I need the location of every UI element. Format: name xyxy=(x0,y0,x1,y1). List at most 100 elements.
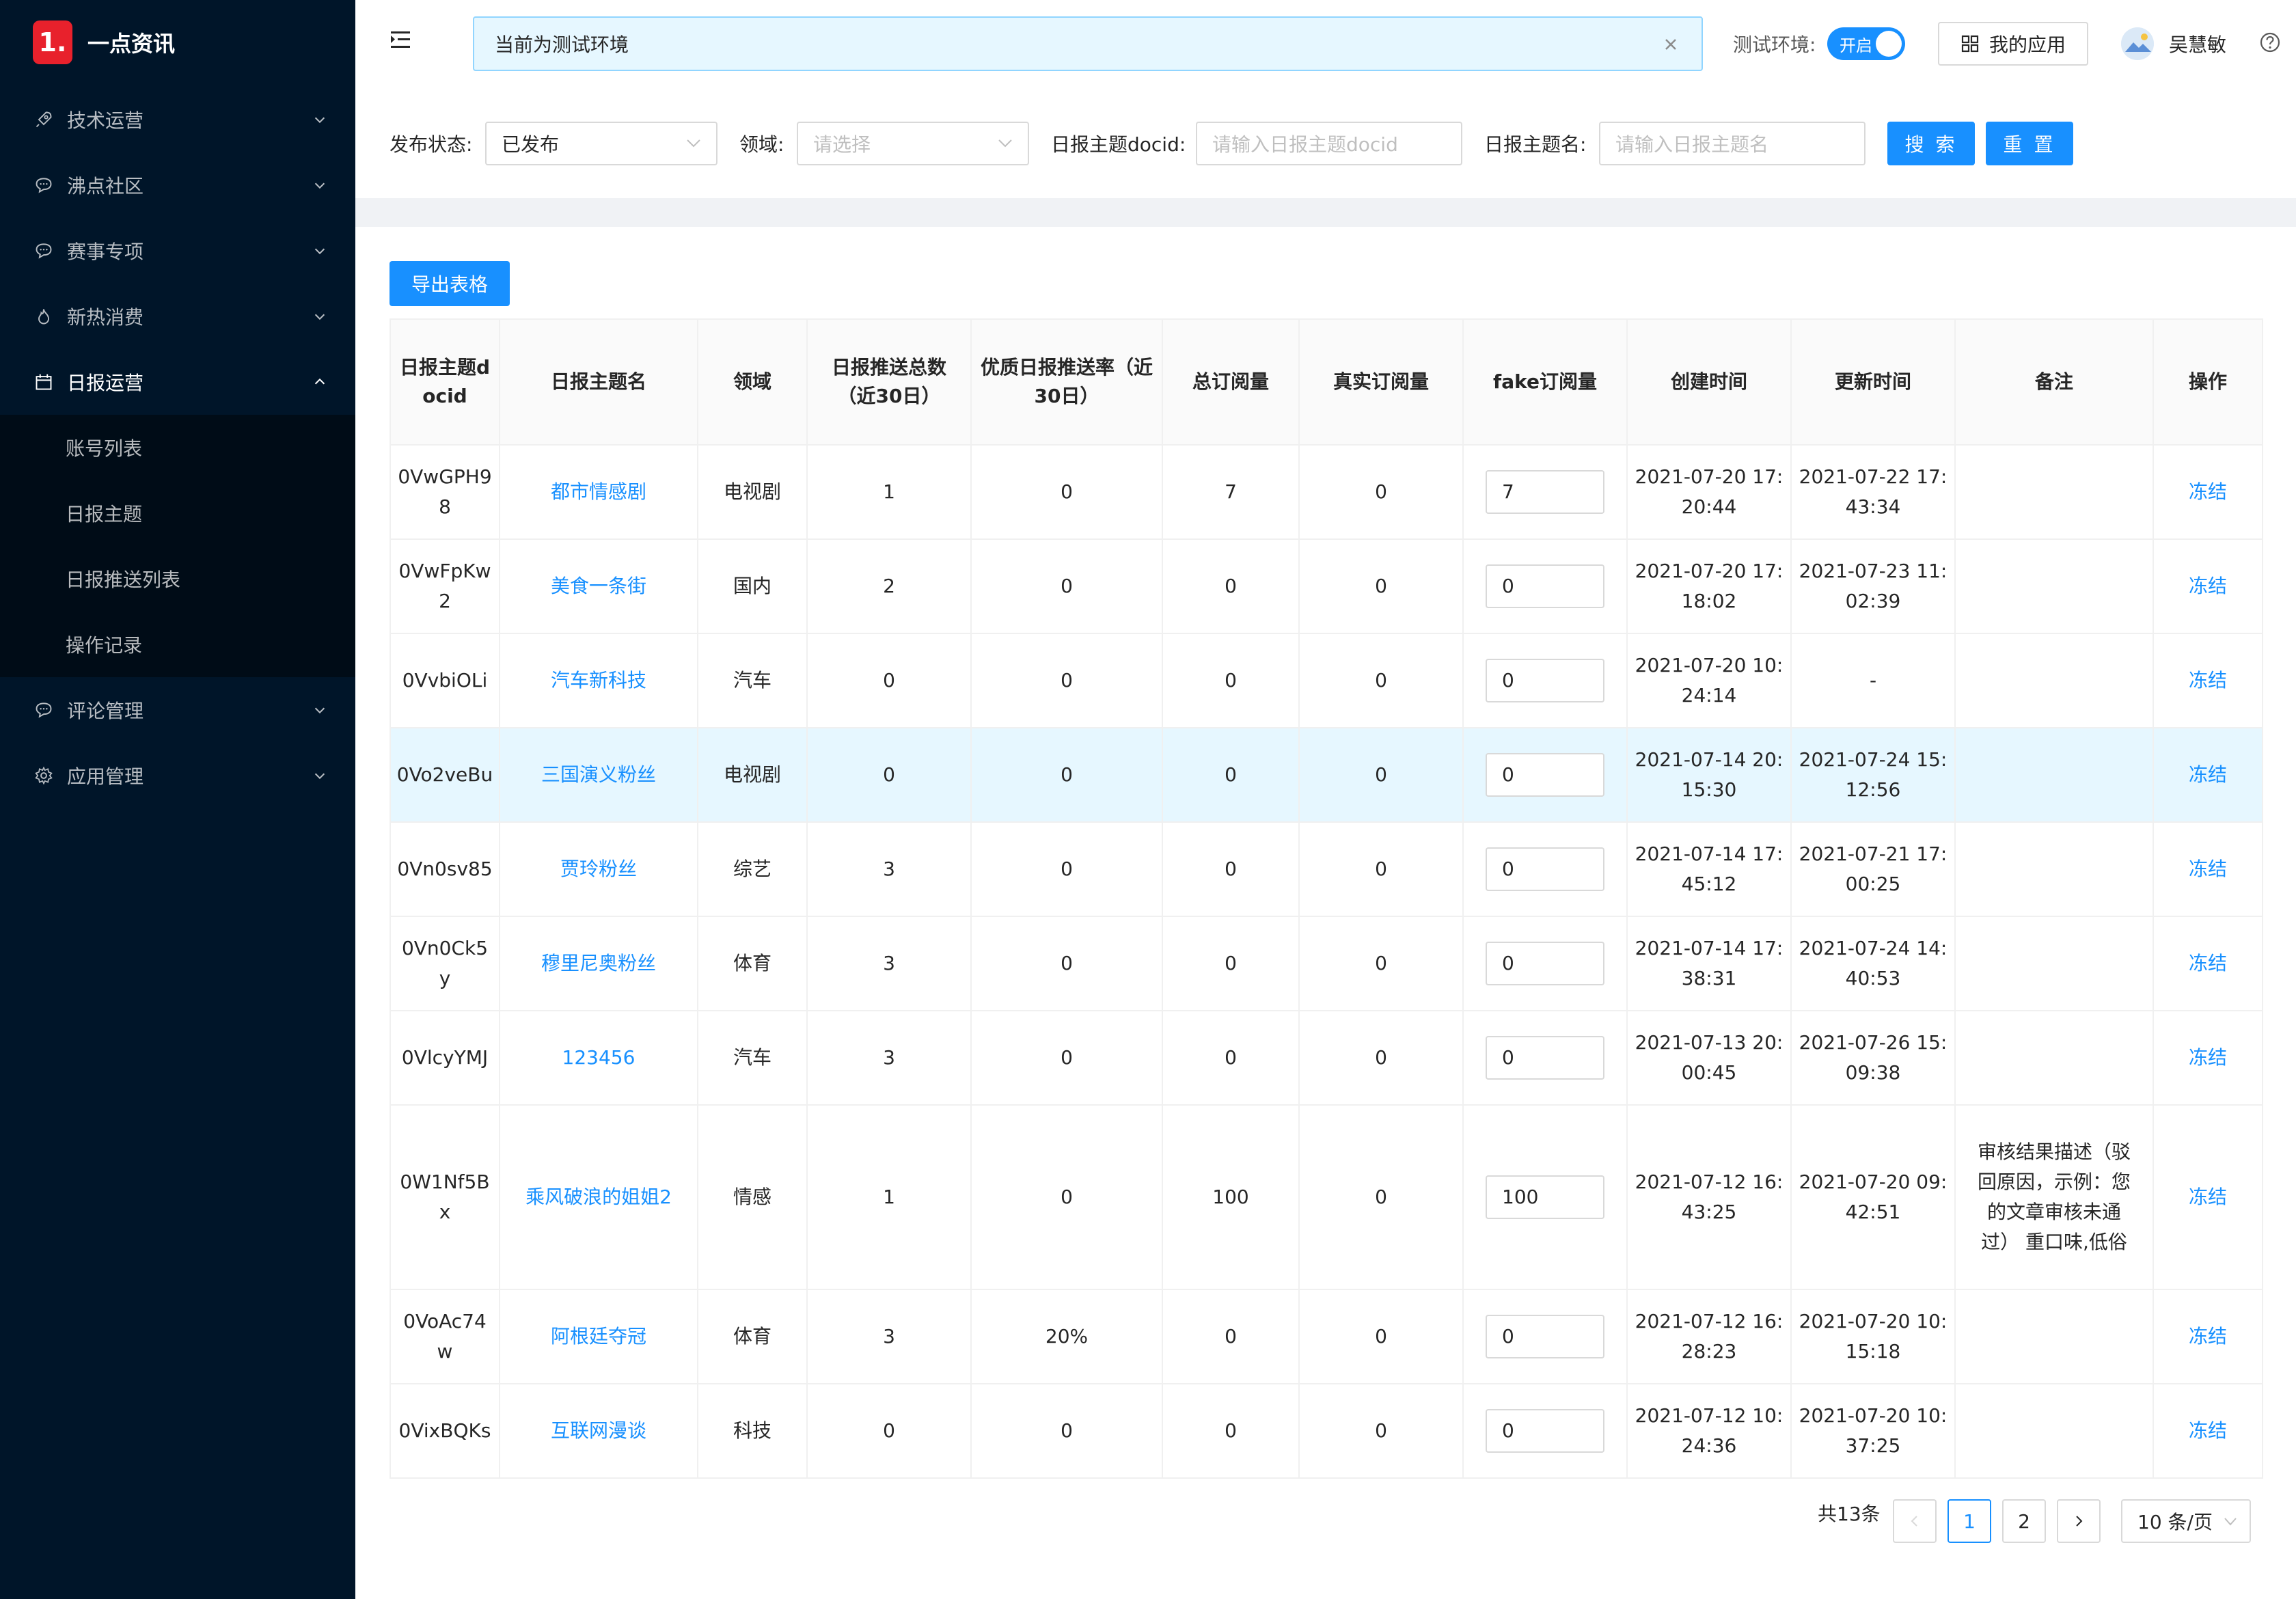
my-apps-button[interactable]: 我的应用 xyxy=(1938,22,2088,66)
freeze-link[interactable]: 冻结 xyxy=(2189,952,2227,974)
sidebar-item-3[interactable]: 新热消费 xyxy=(0,284,355,349)
fake-sub-input[interactable]: 0 xyxy=(1486,659,1604,702)
fake-sub-cell: 0 xyxy=(1462,633,1628,728)
table-row: 0VvbiOLi 汽车新科技 汽车 0 0 0 0 0 2021-07-20 10:24:14-… xyxy=(390,633,2263,728)
quality-rate-cell: 0 xyxy=(970,1010,1163,1106)
domain-cell: 体育 xyxy=(697,916,808,1011)
total-sub-cell: 0 xyxy=(1162,916,1300,1011)
fake-sub-input[interactable]: 0 xyxy=(1486,942,1604,985)
sidebar-item-0[interactable]: 技术运营 xyxy=(0,87,355,152)
action-cell: 冻结 xyxy=(2152,727,2263,823)
comment-icon xyxy=(33,699,55,721)
freeze-link[interactable]: 冻结 xyxy=(2189,1186,2227,1208)
sidebar-subitem[interactable]: 账号列表 xyxy=(0,415,355,480)
fake-sub-input[interactable]: 7 xyxy=(1486,470,1604,514)
topic-name-link[interactable]: 都市情感剧 xyxy=(551,480,646,503)
freeze-link[interactable]: 冻结 xyxy=(2189,858,2227,880)
close-icon[interactable] xyxy=(1660,34,1681,55)
topic-name-link[interactable]: 阿根廷夺冠 xyxy=(551,1325,646,1348)
topic-name-link[interactable]: 乘风破浪的姐姐2 xyxy=(525,1186,672,1208)
action-cell: 冻结 xyxy=(2152,1010,2263,1106)
freeze-link[interactable]: 冻结 xyxy=(2189,480,2227,503)
total-sub-cell: 7 xyxy=(1162,444,1300,540)
pagination-next-button[interactable] xyxy=(2057,1499,2101,1543)
freeze-link[interactable]: 冻结 xyxy=(2189,763,2227,786)
sidebar-item-2[interactable]: 赛事专项 xyxy=(0,218,355,284)
freeze-link[interactable]: 冻结 xyxy=(2189,1046,2227,1069)
updated-cell: 2021-07-20 09:42:51 xyxy=(1790,1104,1956,1290)
topic-name-cell: 穆里尼奥粉丝 xyxy=(499,916,698,1011)
fake-sub-cell: 0 xyxy=(1462,916,1628,1011)
logo[interactable]: 1. 一点资讯 xyxy=(33,20,175,64)
pagination-prev-button[interactable] xyxy=(1893,1499,1937,1543)
push-total-cell: 0 xyxy=(806,633,972,728)
freeze-link[interactable]: 冻结 xyxy=(2189,1419,2227,1442)
updated-cell: - xyxy=(1790,633,1956,728)
header: 当前为测试环境 测试环境: 开启 我的应用 吴慧敏 xyxy=(355,0,2296,87)
fake-sub-input[interactable]: 0 xyxy=(1486,564,1604,608)
topic-table: 日报主题docid 日报主题名 领域 日报推送总数（近30日） 优质日报推送率（近30日… xyxy=(390,318,2263,1479)
username[interactable]: 吴慧敏 xyxy=(2169,30,2226,57)
table-row: 0VixBQKs 互联网漫谈 科技 0 0 0 0 0 2021-07-12 10:24:36 2… xyxy=(390,1383,2263,1479)
total-sub-cell: 0 xyxy=(1162,821,1300,917)
push-total-cell: 3 xyxy=(806,916,972,1011)
alert-text: 当前为测试环境 xyxy=(495,33,629,56)
topic-name-link[interactable]: 穆里尼奥粉丝 xyxy=(541,952,656,974)
domain-cell: 电视剧 xyxy=(697,727,808,823)
sidebar-subitem[interactable]: 日报主题 xyxy=(0,480,355,546)
sidebar-item-1[interactable]: 沸点社区 xyxy=(0,152,355,218)
domain-select[interactable]: 请选择 xyxy=(797,122,1029,165)
fake-sub-input[interactable]: 0 xyxy=(1486,1409,1604,1453)
topic-name-link[interactable]: 三国演义粉丝 xyxy=(541,763,656,786)
total-sub-cell: 0 xyxy=(1162,1289,1300,1384)
table-row: 0Vn0Ck5y 穆里尼奥粉丝 体育 3 0 0 0 0 2021-07-14 17:38:31… xyxy=(390,916,2263,1011)
pagination-page-1[interactable]: 1 xyxy=(1948,1499,1991,1543)
docid-input[interactable]: 请输入日报主题docid xyxy=(1196,122,1462,165)
sidebar-subitem[interactable]: 操作记录 xyxy=(0,612,355,677)
docid-cell: 0VvbiOLi xyxy=(390,633,500,728)
status-select[interactable]: 已发布 xyxy=(485,122,718,165)
sidebar-item-4[interactable]: 日报运营 xyxy=(0,349,355,415)
sidebar-item-6[interactable]: 应用管理 xyxy=(0,743,355,808)
export-table-button[interactable]: 导出表格 xyxy=(390,261,510,306)
real-sub-cell: 0 xyxy=(1298,727,1464,823)
freeze-link[interactable]: 冻结 xyxy=(2189,575,2227,597)
help-icon[interactable] xyxy=(2259,31,2281,53)
fake-sub-input[interactable]: 100 xyxy=(1486,1175,1604,1219)
freeze-link[interactable]: 冻结 xyxy=(2189,1325,2227,1348)
name-input[interactable]: 请输入日报主题名 xyxy=(1599,122,1866,165)
created-cell: 2021-07-20 17:18:02 xyxy=(1626,538,1792,634)
docid-input-placeholder: 请输入日报主题docid xyxy=(1212,133,1398,156)
topic-name-link[interactable]: 123456 xyxy=(562,1046,636,1069)
pagination-page-2[interactable]: 2 xyxy=(2002,1499,2046,1543)
fake-sub-input[interactable]: 0 xyxy=(1486,847,1604,891)
note-cell xyxy=(1954,821,2154,917)
topic-name-link[interactable]: 互联网漫谈 xyxy=(551,1419,646,1442)
created-cell: 2021-07-20 17:20:44 xyxy=(1626,444,1792,540)
sidebar-subitem[interactable]: 日报推送列表 xyxy=(0,546,355,612)
reset-button[interactable]: 重 置 xyxy=(1986,122,2073,165)
avatar[interactable] xyxy=(2121,27,2154,60)
app-title: 一点资讯 xyxy=(87,31,176,57)
real-sub-cell: 0 xyxy=(1298,821,1464,917)
menu-fold-icon[interactable] xyxy=(388,27,413,52)
env-switch[interactable]: 开启 xyxy=(1827,27,1905,60)
main-content: 导出表格 日报主题docid 日报主题名 领域 日报推送总数（近30日） 优质日报推送率… xyxy=(355,227,2296,1599)
topic-name-cell: 123456 xyxy=(499,1010,698,1106)
search-button[interactable]: 搜 索 xyxy=(1887,122,1975,165)
fake-sub-input[interactable]: 0 xyxy=(1486,1036,1604,1080)
freeze-link[interactable]: 冻结 xyxy=(2189,669,2227,692)
fake-sub-input[interactable]: 0 xyxy=(1486,1315,1604,1358)
table-row: 0W1Nf5Bx 乘风破浪的姐姐2 情感 1 0 100 0 100 2021-07-12 16… xyxy=(390,1104,2263,1290)
fake-sub-input[interactable]: 0 xyxy=(1486,753,1604,797)
page-size-select[interactable]: 10 条/页 xyxy=(2121,1499,2251,1543)
fake-sub-cell: 0 xyxy=(1462,1289,1628,1384)
fake-sub-cell: 0 xyxy=(1462,1010,1628,1106)
chevron-down-icon xyxy=(312,767,328,784)
sidebar-item-5[interactable]: 评论管理 xyxy=(0,677,355,743)
topic-name-cell: 阿根廷夺冠 xyxy=(499,1289,698,1384)
topic-name-link[interactable]: 贾玲粉丝 xyxy=(560,858,637,880)
column-header: 日报主题docid xyxy=(390,318,500,446)
topic-name-link[interactable]: 汽车新科技 xyxy=(551,669,646,692)
topic-name-link[interactable]: 美食一条街 xyxy=(551,575,646,597)
